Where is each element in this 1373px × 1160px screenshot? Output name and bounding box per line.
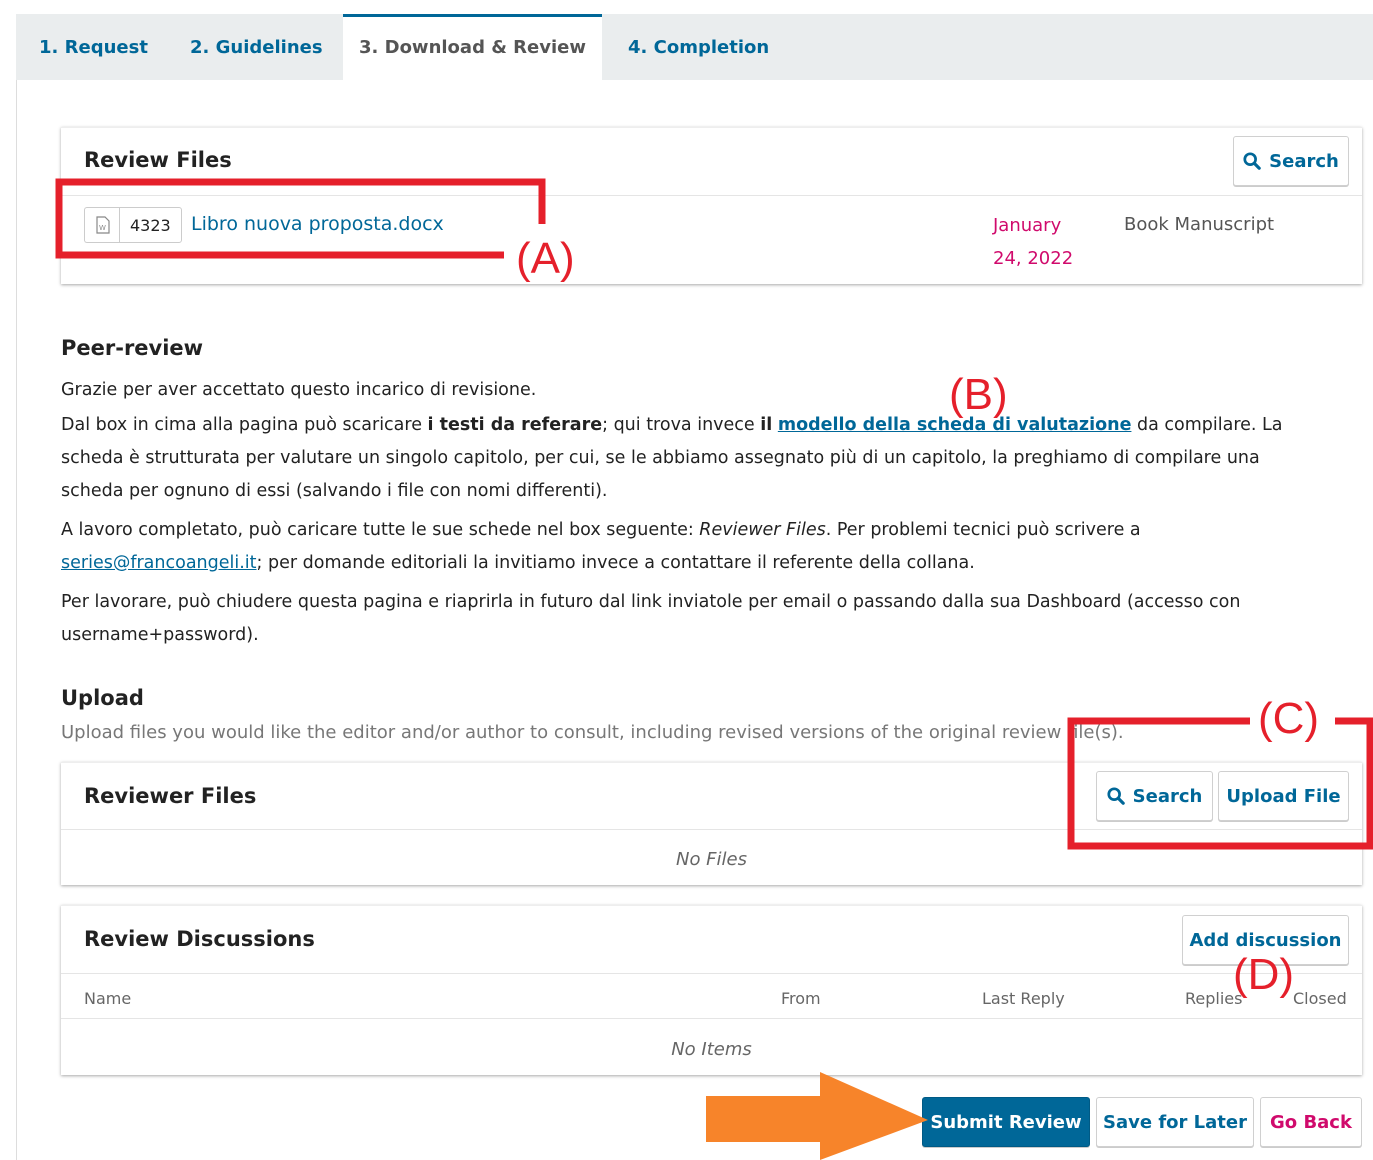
upload-heading: Upload bbox=[61, 686, 144, 710]
search-icon bbox=[1107, 787, 1125, 805]
annotation-label-b: (B) bbox=[949, 370, 1008, 419]
reviewer-files-title: Reviewer Files bbox=[84, 784, 257, 808]
submit-review-button[interactable]: Submit Review bbox=[922, 1097, 1090, 1147]
panel-divider bbox=[61, 829, 1362, 830]
text-segment: ; per domande editoriali la invitiamo in… bbox=[256, 553, 975, 573]
upload-file-button[interactable]: Upload File bbox=[1218, 771, 1349, 821]
bold-text: i testi da referare bbox=[427, 415, 603, 435]
reviewer-files-search-button[interactable]: Search bbox=[1096, 771, 1213, 821]
column-header-name[interactable]: Name bbox=[84, 989, 131, 1008]
peer-review-paragraph-dashboard: Per lavorare, può chiudere questa pagina… bbox=[61, 592, 1241, 645]
peer-review-heading: Peer-review bbox=[61, 336, 204, 360]
word-file-icon: W bbox=[84, 207, 120, 243]
review-discussions-panel: Review Discussions Add discussion Name F… bbox=[61, 905, 1362, 1075]
search-label: Search bbox=[1269, 150, 1339, 172]
svg-text:W: W bbox=[99, 224, 106, 232]
reviewer-files-panel: Reviewer Files Search Upload File No Fil… bbox=[61, 762, 1362, 885]
panel-divider bbox=[61, 1018, 1362, 1019]
no-items-message: No Items bbox=[671, 1039, 752, 1060]
save-for-later-button[interactable]: Save for Later bbox=[1096, 1097, 1254, 1147]
file-type: Book Manuscript bbox=[1124, 214, 1275, 235]
column-header-from[interactable]: From bbox=[781, 989, 821, 1008]
text-segment: A lavoro completato, può caricare tutte … bbox=[61, 520, 700, 540]
panel-divider bbox=[61, 973, 1362, 974]
review-files-panel: Review Files Search W 4323 Libro nuova p… bbox=[61, 127, 1362, 284]
text-segment: ; qui trova invece bbox=[602, 415, 761, 435]
search-icon bbox=[1243, 152, 1261, 170]
go-back-button[interactable]: Go Back bbox=[1260, 1097, 1362, 1147]
peer-review-paragraph-instructions: Dal box in cima alla pagina può scaricar… bbox=[61, 409, 1321, 508]
peer-review-intro: Grazie per aver accettato questo incaric… bbox=[61, 380, 537, 400]
text-segment: . Per problemi tecnici può scrivere a bbox=[825, 520, 1141, 540]
annotation-label-d: (D) bbox=[1233, 950, 1295, 999]
file-date: January 24, 2022 bbox=[993, 209, 1073, 275]
no-files-message: No Files bbox=[675, 849, 747, 870]
support-email-link[interactable]: series@francoangeli.it bbox=[61, 553, 257, 573]
search-label: Search bbox=[1132, 785, 1203, 807]
peer-review-paragraph-upload: A lavoro completato, può caricare tutte … bbox=[61, 514, 1321, 580]
tab-download-review[interactable]: 3. Download & Review bbox=[343, 14, 602, 80]
review-files-title: Review Files bbox=[84, 148, 232, 172]
column-header-last-reply[interactable]: Last Reply bbox=[982, 989, 1065, 1008]
file-id-badge: 4323 bbox=[119, 207, 182, 243]
annotation-label-a: (A) bbox=[516, 234, 575, 283]
panel-divider bbox=[61, 195, 1362, 196]
file-date-month: January bbox=[993, 215, 1062, 236]
column-header-closed[interactable]: Closed bbox=[1293, 989, 1347, 1008]
review-file-link[interactable]: Libro nuova proposta.docx bbox=[191, 213, 444, 235]
tab-guidelines[interactable]: 2. Guidelines bbox=[190, 14, 323, 80]
bold-text: il bbox=[760, 415, 773, 435]
tab-request[interactable]: 1. Request bbox=[39, 14, 148, 80]
file-date-day-year: 24, 2022 bbox=[993, 248, 1074, 269]
annotation-label-c: (C) bbox=[1258, 694, 1320, 743]
tab-completion[interactable]: 4. Completion bbox=[628, 14, 769, 80]
review-files-search-button[interactable]: Search bbox=[1233, 136, 1349, 186]
text-segment: Dal box in cima alla pagina può scaricar… bbox=[61, 415, 428, 435]
tab-bar: 1. Request 2. Guidelines 3. Download & R… bbox=[16, 14, 1373, 80]
upload-description: Upload files you would like the editor a… bbox=[61, 722, 1124, 743]
review-discussions-title: Review Discussions bbox=[84, 927, 315, 951]
italic-text: Reviewer Files bbox=[699, 520, 826, 540]
